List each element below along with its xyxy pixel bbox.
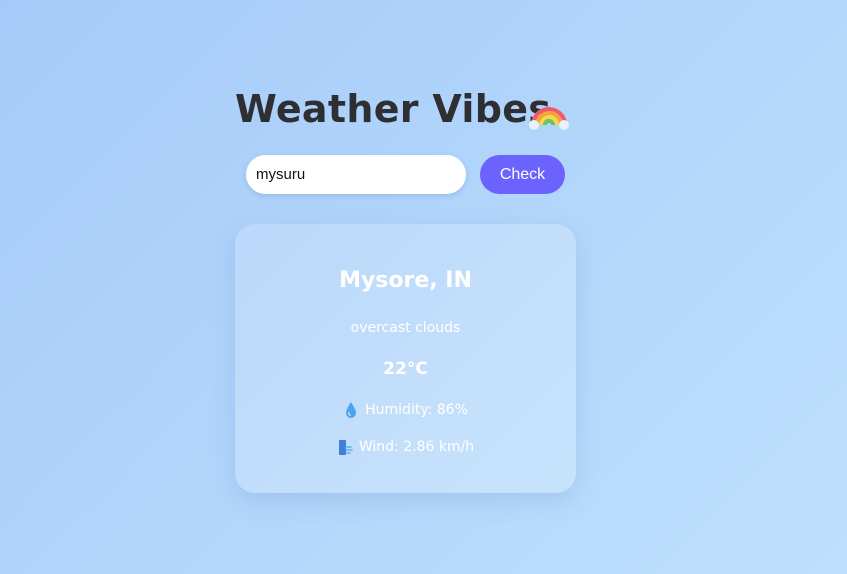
humidity-row: Humidity: 86% bbox=[235, 400, 576, 420]
check-button[interactable]: Check bbox=[480, 155, 565, 194]
weather-card: Mysore, IN overcast clouds 22°C Humidity… bbox=[235, 224, 576, 493]
rainbow-icon bbox=[529, 107, 569, 130]
wind-icon bbox=[338, 440, 353, 455]
search-row: Check bbox=[246, 155, 576, 195]
app-title: Weather Vibes bbox=[235, 87, 552, 131]
humidity-text: Humidity: 86% bbox=[365, 402, 468, 418]
weather-description: overcast clouds bbox=[350, 320, 461, 336]
city-search-input[interactable] bbox=[246, 155, 466, 194]
temperature: 22°C bbox=[383, 359, 428, 379]
wind-text: Wind: 2.86 km/h bbox=[358, 439, 475, 455]
droplet-icon bbox=[346, 402, 357, 418]
city-name: Mysore, IN bbox=[339, 268, 472, 293]
wind-row: Wind: 2.86 km/h bbox=[235, 437, 576, 457]
